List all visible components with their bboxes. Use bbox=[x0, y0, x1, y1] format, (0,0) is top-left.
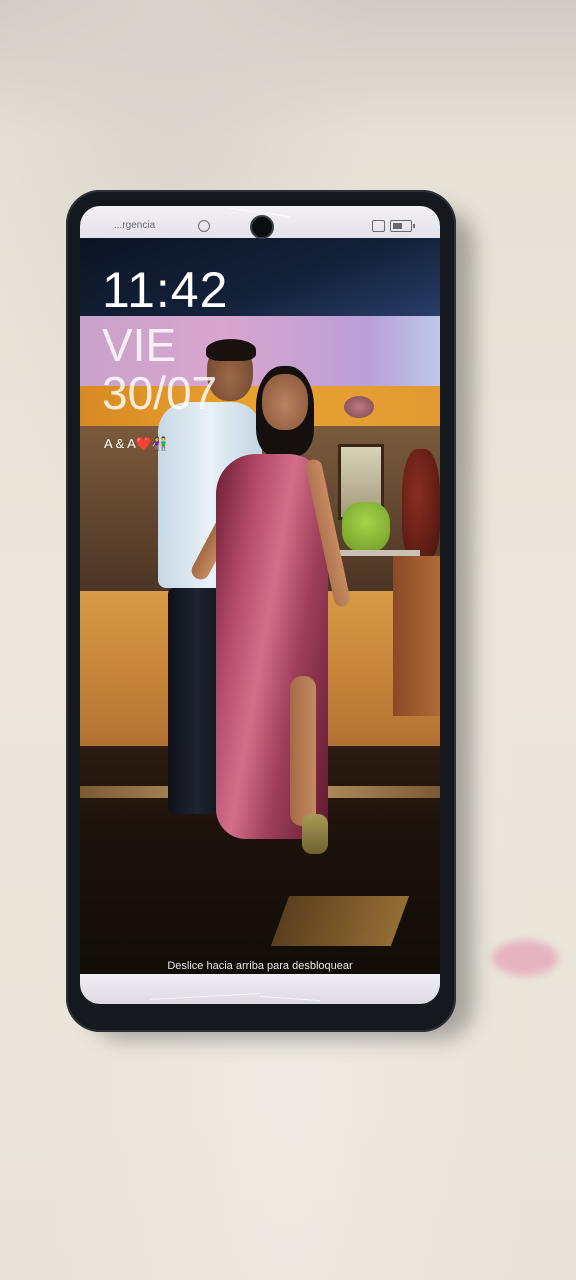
unlock-hint[interactable]: Deslice hacia arriba para desbloquear bbox=[80, 960, 440, 972]
status-carrier-text: ...rgencia bbox=[114, 220, 156, 231]
wallpaper-vase bbox=[402, 449, 440, 559]
lock-screen[interactable]: ...rgencia 11:42 VIE 30/07 A & A❤️👫 Desl… bbox=[80, 206, 440, 1004]
wallpaper-light-patch bbox=[270, 896, 410, 946]
man-hair bbox=[206, 339, 256, 361]
bottom-bar bbox=[80, 974, 440, 1004]
woman-head bbox=[262, 374, 308, 430]
wallpaper-plant bbox=[342, 502, 390, 552]
wallpaper-pillar bbox=[393, 556, 440, 716]
lock-clock: 11:42 bbox=[102, 262, 229, 318]
battery-icon bbox=[390, 220, 415, 232]
lock-owner-note: A & A❤️👫 bbox=[104, 436, 169, 451]
nfc-icon bbox=[372, 220, 385, 232]
lock-date: 30/07 bbox=[102, 367, 218, 419]
woman-leg bbox=[290, 676, 316, 826]
front-camera bbox=[250, 215, 274, 239]
lock-weekday: VIE bbox=[102, 319, 177, 371]
alarm-icon bbox=[198, 220, 210, 232]
woman-shoe bbox=[302, 814, 328, 854]
wall-decoration bbox=[344, 396, 374, 418]
pink-smudge bbox=[492, 940, 558, 976]
